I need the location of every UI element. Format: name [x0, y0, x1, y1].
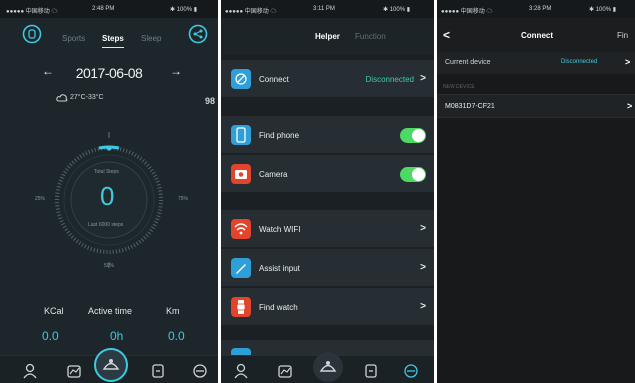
dial-bottom-mark: 50%	[104, 263, 115, 269]
tab-sleep[interactable]: Sleep	[141, 34, 161, 43]
phone-icon	[231, 125, 251, 145]
stat-kcal-label: KCal	[44, 306, 64, 316]
watch-wifi-label: Watch WIFI	[259, 225, 301, 234]
dial-bottom-label: Last 6000 steps	[88, 222, 124, 228]
watch-icon	[231, 297, 251, 317]
dial-right-label: 75%	[178, 196, 189, 202]
connect-label: Connect	[259, 75, 289, 84]
profile-icon[interactable]	[233, 363, 249, 379]
find-phone-label: Find phone	[259, 131, 300, 140]
status-carrier: ●●●●● 中国移动 ☁	[441, 9, 493, 15]
status-time: 3:11 PM	[313, 6, 335, 12]
connect-header: < Connect Fin	[437, 18, 635, 52]
find-watch-row[interactable]: Find watch >	[221, 288, 434, 326]
share-icon[interactable]	[188, 24, 208, 44]
current-device-label: Current device	[445, 59, 491, 66]
watch-face-icon[interactable]	[22, 24, 42, 44]
device-name: M0831D7-CF21	[445, 103, 495, 110]
stat-km-value: 0.0	[168, 329, 185, 343]
helper-header: Helper Function	[221, 18, 434, 55]
dial-top-label: Total Steps	[94, 169, 119, 175]
chevron-right-icon: >	[420, 301, 426, 312]
stat-km-label: Km	[166, 306, 180, 316]
bottom-tab-bar	[221, 352, 434, 383]
assist-input-label: Assist input	[259, 264, 300, 273]
bottom-tab-bar	[0, 348, 218, 383]
find-phone-row: Find phone	[221, 116, 434, 154]
current-device-status: Disconnected	[561, 59, 598, 65]
status-carrier: ●●●●● 中国移动 ☁	[225, 9, 277, 15]
back-button[interactable]: <	[443, 28, 450, 42]
home-button[interactable]	[313, 352, 343, 382]
wifi-icon	[231, 219, 251, 239]
status-bar: ●●●●● 中国移动 ☁ 3:28 PM ✱ 100% ▮	[437, 0, 635, 18]
tab-helper[interactable]: Helper	[315, 32, 340, 41]
assist-input-row[interactable]: Assist input >	[221, 249, 434, 287]
date-label: 2017-06-08	[75, 65, 143, 81]
device-row[interactable]: M0831D7-CF21 >	[437, 94, 635, 118]
chevron-right-icon: >	[420, 223, 426, 234]
find-watch-label: Find watch	[259, 303, 298, 312]
stat-active-value: 0h	[110, 329, 124, 343]
next-date-arrow[interactable]: →	[170, 64, 182, 78]
page-title: Connect	[521, 31, 553, 40]
home-button[interactable]	[94, 348, 128, 382]
camera-icon	[231, 164, 251, 184]
chevron-right-icon: >	[627, 101, 633, 111]
sleep-icon[interactable]	[363, 363, 379, 379]
status-battery: ✱ 100% ▮	[170, 7, 198, 13]
section-label: NEW DEVICE	[443, 84, 475, 90]
connect-screen: ●●●●● 中国移动 ☁ 3:28 PM ✱ 100% ▮ < Connect …	[437, 0, 635, 383]
tab-steps[interactable]: Steps	[102, 34, 124, 48]
stat-active-label: Active time	[88, 306, 133, 316]
pencil-icon	[231, 258, 251, 278]
status-time: 2:48 PM	[92, 6, 115, 12]
connect-row[interactable]: Connect Disconnected >	[221, 60, 434, 98]
bluetooth-icon	[231, 69, 251, 89]
connect-status: Disconnected	[365, 75, 414, 84]
current-device-row[interactable]: Current device Disconnected >	[437, 52, 635, 74]
cloud-icon	[56, 93, 68, 103]
step-count: 0	[100, 181, 115, 211]
chevron-right-icon: >	[420, 73, 426, 84]
runner-icon	[319, 361, 337, 372]
edge-value: 98	[205, 96, 216, 106]
camera-label: Camera	[259, 170, 288, 179]
stat-kcal-value: 0.0	[42, 329, 59, 343]
find-phone-toggle[interactable]	[400, 128, 426, 143]
watch-wifi-row[interactable]: Watch WIFI >	[221, 210, 434, 248]
tab-sports[interactable]: Sports	[62, 34, 85, 43]
profile-icon[interactable]	[22, 363, 38, 379]
chevron-right-icon: >	[625, 57, 631, 67]
camera-toggle[interactable]	[400, 167, 426, 182]
chevron-right-icon: >	[420, 262, 426, 273]
status-carrier: ●●●●● 中国移动 ☁	[6, 9, 58, 15]
settings-icon[interactable]	[192, 363, 208, 379]
camera-row: Camera	[221, 155, 434, 193]
status-battery: ✱ 100% ▮	[383, 7, 411, 13]
find-button[interactable]: Fin	[617, 31, 628, 40]
status-time: 3:28 PM	[529, 6, 552, 12]
steps-screen: ●●●●● 中国移动 ☁ 2:48 PM ✱ 100% ▮ Sports Ste…	[0, 0, 218, 383]
runner-icon	[102, 359, 120, 370]
settings-icon[interactable]	[403, 363, 419, 379]
chart-icon[interactable]	[66, 363, 82, 379]
status-bar: ●●●●● 中国移动 ☁ 2:48 PM ✱ 100% ▮	[0, 0, 218, 18]
status-battery: ✱ 100% ▮	[589, 7, 617, 13]
dial-left-label: 25%	[35, 196, 46, 202]
helper-screen: ●●●●● 中国移动 ☁ 3:11 PM ✱ 100% ▮ Helper Fun…	[221, 0, 434, 383]
tab-function[interactable]: Function	[355, 32, 386, 41]
status-bar: ●●●●● 中国移动 ☁ 3:11 PM ✱ 100% ▮	[221, 0, 434, 18]
chart-icon[interactable]	[277, 363, 293, 379]
weather-range: 27°C-33°C	[70, 94, 104, 101]
sleep-icon[interactable]	[150, 363, 166, 379]
